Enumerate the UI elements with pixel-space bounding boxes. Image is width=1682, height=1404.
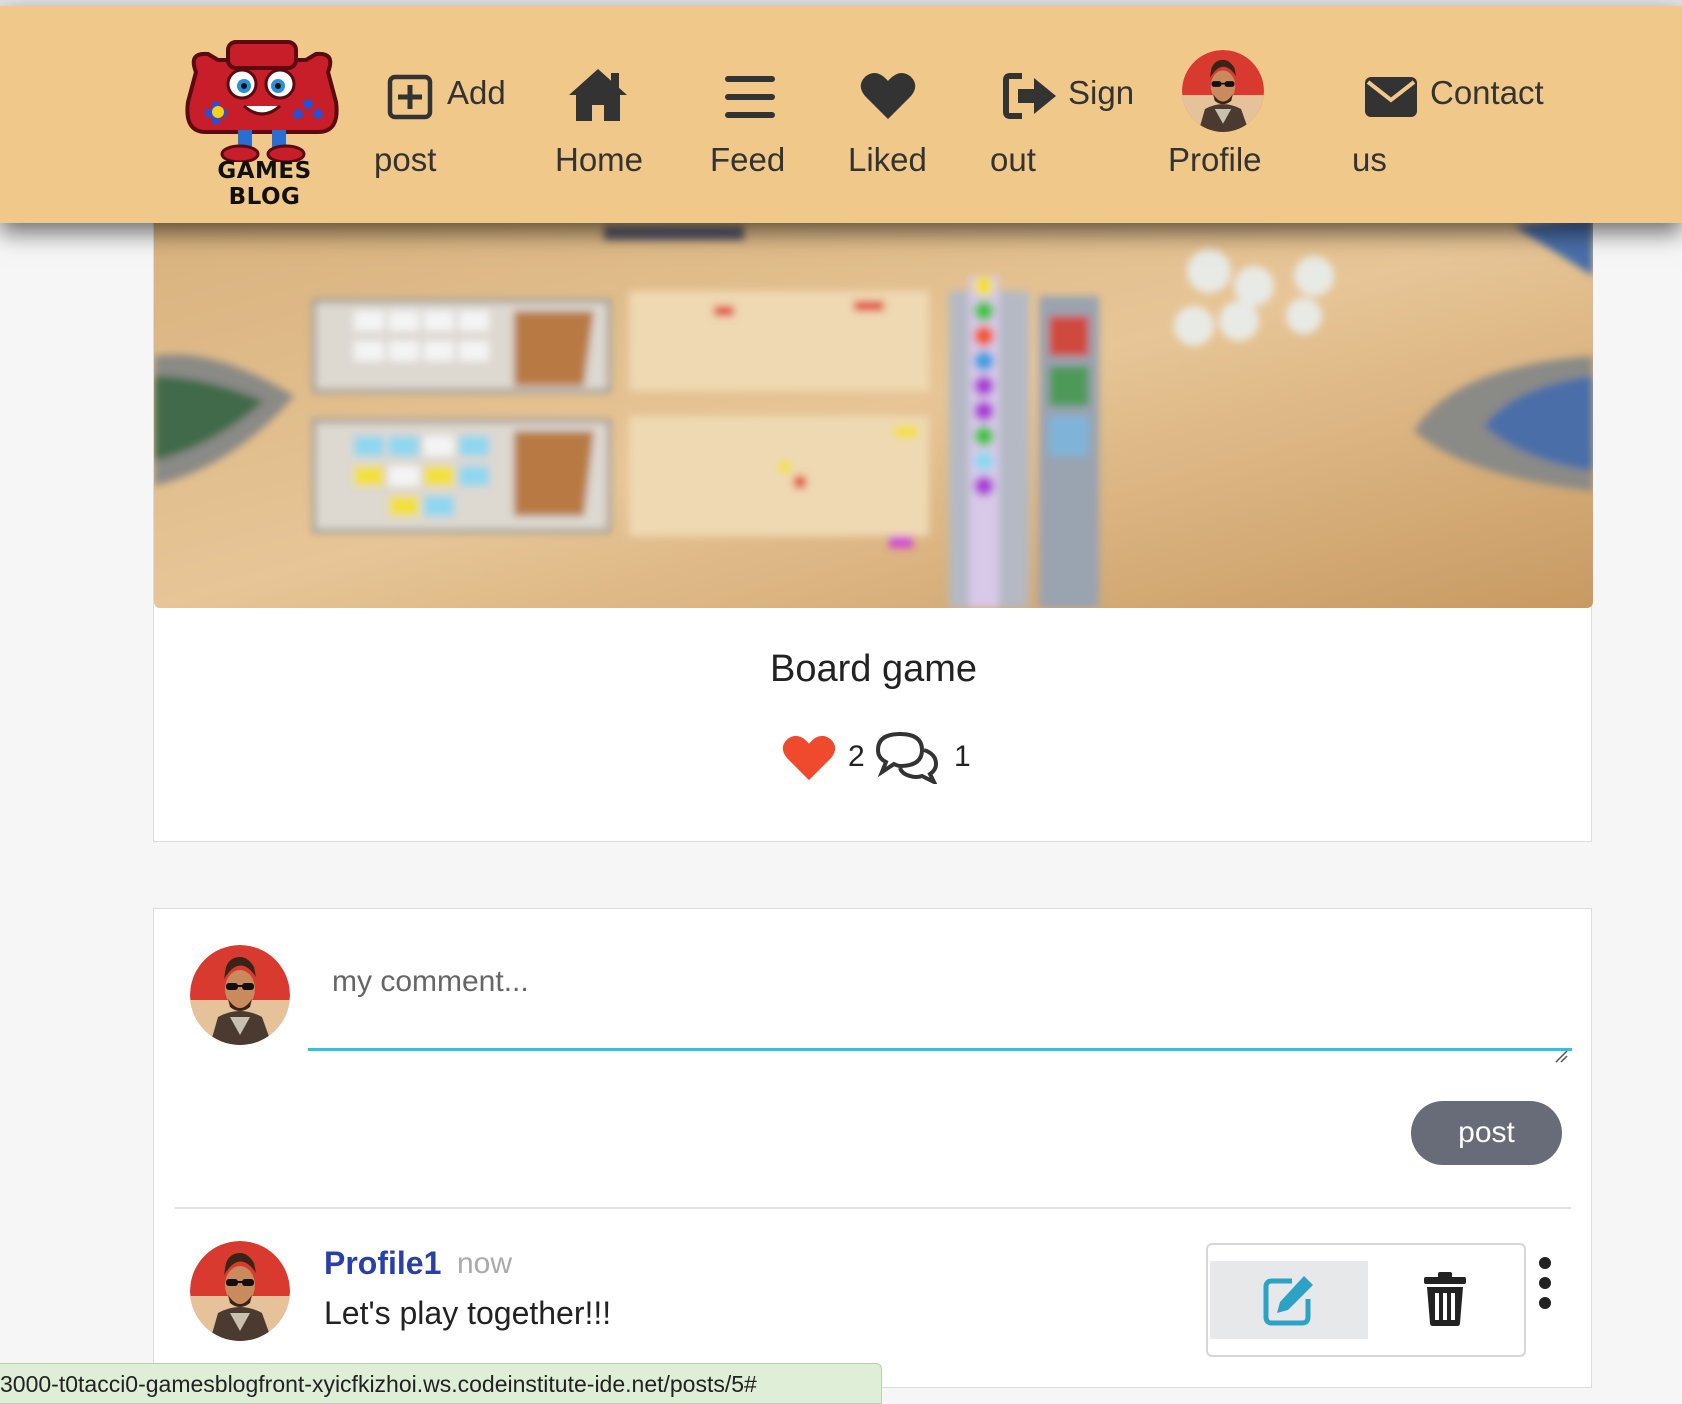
nav-add-post-label-1: Add xyxy=(447,74,506,111)
nav-add-post[interactable]: Add post xyxy=(372,66,512,178)
trash-icon xyxy=(1424,1272,1466,1326)
home-icon xyxy=(569,69,627,121)
logo-text: GAMES BLOG xyxy=(217,158,312,210)
edit-comment-button[interactable] xyxy=(1210,1261,1368,1339)
nav-liked[interactable]: Liked xyxy=(845,61,940,178)
bars-icon xyxy=(725,76,775,118)
avatar xyxy=(1182,50,1264,132)
nav-sign-out[interactable]: Sign out xyxy=(988,66,1138,178)
envelope-icon xyxy=(1365,77,1417,117)
plus-square-icon xyxy=(387,74,433,120)
nav-home-label: Home xyxy=(555,141,644,178)
nav-liked-label: Liked xyxy=(848,141,927,178)
status-bar-url: 3000-t0tacci0-gamesblogfront-xyicfkizhoi… xyxy=(0,1363,882,1404)
likes-count: 2 xyxy=(848,740,865,773)
nav-home[interactable]: Home xyxy=(550,61,650,178)
comment-text: Let's play together!!! xyxy=(324,1295,612,1331)
comment-actions-menu xyxy=(1206,1243,1526,1357)
avatar[interactable] xyxy=(190,1241,290,1341)
divider xyxy=(175,1207,1571,1209)
comment-owner[interactable]: Profile1 xyxy=(324,1245,441,1282)
comments-count: 1 xyxy=(954,740,971,773)
nav-contact-label-2: us xyxy=(1352,141,1387,178)
nav-profile-label: Profile xyxy=(1168,141,1262,178)
nav-sign-out-label-2: out xyxy=(990,141,1036,178)
nav-profile[interactable]: Profile xyxy=(1165,50,1275,178)
sign-out-icon xyxy=(1003,73,1056,119)
delete-comment-button[interactable] xyxy=(1370,1261,1524,1339)
nav-contact-label-1: Contact xyxy=(1430,74,1544,111)
nav-contact-us[interactable]: Contact us xyxy=(1350,66,1550,178)
nav-feed-label: Feed xyxy=(710,141,786,178)
post-title: Board game xyxy=(769,648,977,690)
more-options-icon[interactable] xyxy=(1535,1256,1555,1310)
resize-grip-icon[interactable] xyxy=(1554,1049,1568,1063)
comment-input[interactable] xyxy=(308,929,1572,1051)
avatar[interactable] xyxy=(190,945,290,1045)
heart-icon xyxy=(860,72,916,119)
post-comment-button[interactable]: post xyxy=(1411,1101,1562,1165)
nav-add-post-label-2: post xyxy=(374,141,437,178)
post-card: Board game 2 1 xyxy=(153,216,1593,842)
like-heart-icon[interactable] xyxy=(782,734,836,782)
comment-time: now xyxy=(457,1247,513,1280)
comments-card: post Profile1 now Let's play together!!! xyxy=(153,908,1592,1388)
post-image[interactable] xyxy=(154,216,1593,608)
comments-icon[interactable] xyxy=(874,730,940,784)
edit-icon xyxy=(1263,1276,1313,1326)
navbar: GAMES BLOG Add post Home Feed Liked Sign… xyxy=(0,6,1682,223)
nav-feed[interactable]: Feed xyxy=(705,61,795,178)
nav-sign-out-label-1: Sign xyxy=(1068,74,1135,111)
